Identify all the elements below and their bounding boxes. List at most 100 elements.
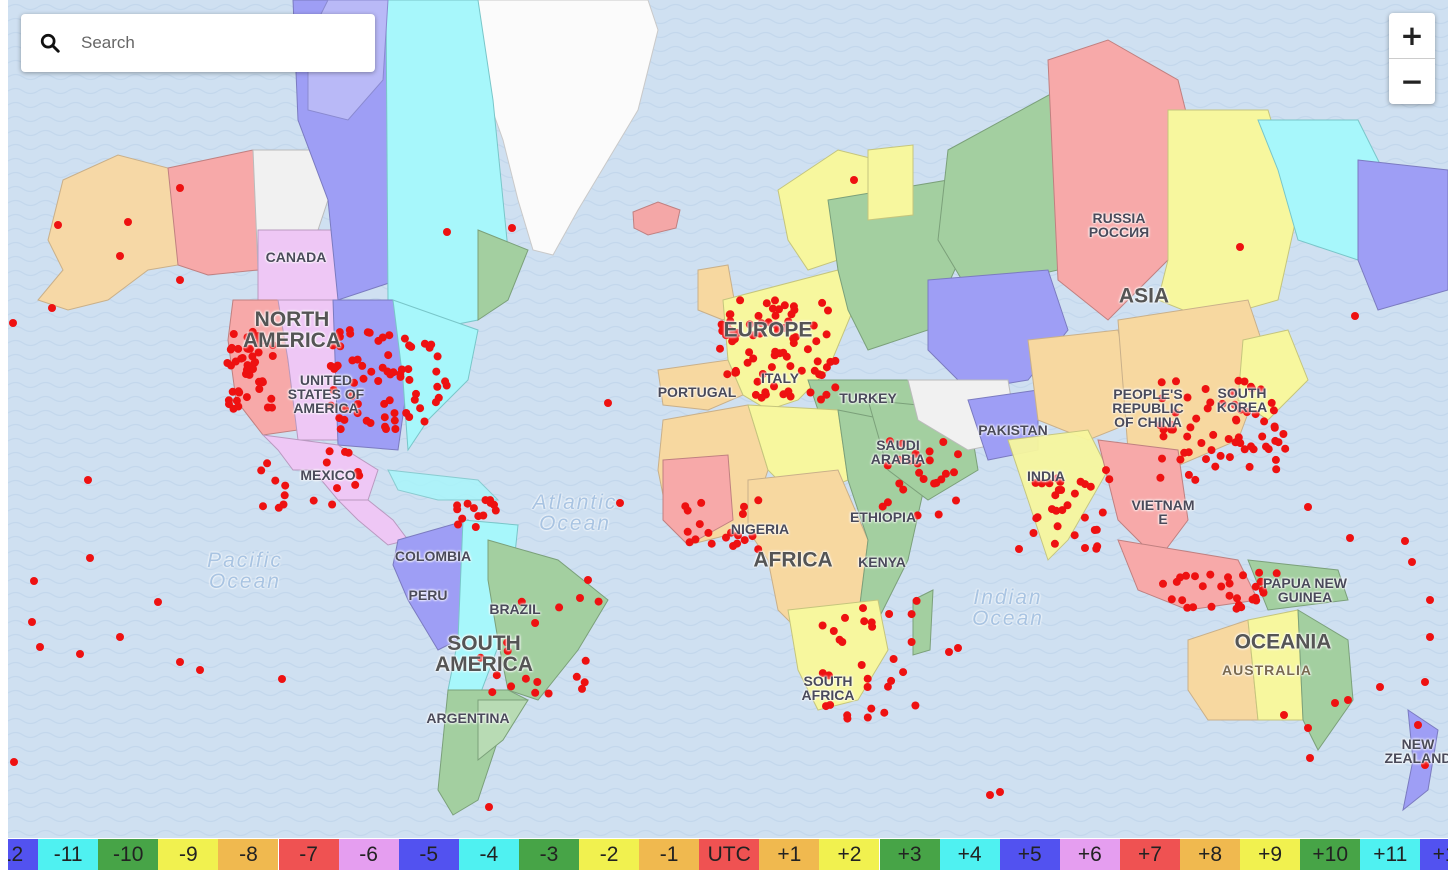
city-marker[interactable]: [234, 344, 243, 353]
timezone-cell[interactable]: -12: [8, 839, 39, 870]
timezone-cell[interactable]: -5: [398, 839, 459, 870]
city-marker[interactable]: [243, 361, 252, 370]
city-marker[interactable]: [738, 510, 747, 518]
city-marker[interactable]: [895, 479, 904, 488]
city-marker[interactable]: [581, 656, 590, 665]
city-marker[interactable]: [818, 621, 827, 630]
city-marker[interactable]: [223, 359, 232, 367]
city-marker[interactable]: [1304, 724, 1312, 732]
city-marker[interactable]: [481, 496, 490, 505]
city-marker[interactable]: [234, 402, 243, 411]
city-marker[interactable]: [1206, 570, 1215, 579]
city-marker[interactable]: [1270, 422, 1279, 431]
timezone-cell[interactable]: +11: [1360, 839, 1421, 870]
zoom-out-button[interactable]: −: [1389, 58, 1435, 104]
city-marker[interactable]: [402, 409, 411, 417]
city-marker[interactable]: [322, 458, 331, 467]
city-marker[interactable]: [508, 224, 516, 232]
timezone-cell[interactable]: -3: [518, 839, 579, 870]
city-marker[interactable]: [850, 176, 858, 184]
timezone-cell[interactable]: +2: [819, 839, 880, 870]
city-marker[interactable]: [1267, 398, 1276, 407]
city-marker[interactable]: [348, 356, 357, 365]
timezone-cell[interactable]: +8: [1180, 839, 1241, 870]
city-marker[interactable]: [1098, 508, 1107, 517]
city-marker[interactable]: [857, 661, 866, 669]
city-marker[interactable]: [1197, 439, 1206, 447]
city-marker[interactable]: [1426, 633, 1434, 641]
city-marker[interactable]: [1269, 406, 1278, 415]
city-marker[interactable]: [1211, 462, 1220, 471]
city-marker[interactable]: [817, 395, 825, 404]
city-marker[interactable]: [885, 610, 894, 618]
city-marker[interactable]: [328, 500, 337, 509]
zoom-in-button[interactable]: +: [1389, 13, 1435, 58]
city-marker[interactable]: [954, 644, 962, 652]
city-marker[interactable]: [754, 496, 763, 505]
city-marker[interactable]: [251, 358, 260, 367]
city-marker[interactable]: [1102, 466, 1110, 475]
city-marker[interactable]: [10, 758, 18, 766]
city-marker[interactable]: [919, 475, 928, 483]
city-marker[interactable]: [863, 713, 872, 722]
city-marker[interactable]: [1198, 582, 1207, 591]
city-marker[interactable]: [76, 650, 84, 658]
city-marker[interactable]: [950, 468, 958, 477]
city-marker[interactable]: [384, 351, 393, 360]
city-marker[interactable]: [1224, 573, 1232, 582]
city-marker[interactable]: [716, 344, 724, 353]
city-marker[interactable]: [362, 416, 371, 425]
city-marker[interactable]: [358, 361, 367, 370]
city-marker[interactable]: [1237, 603, 1246, 612]
city-marker[interactable]: [479, 511, 488, 520]
city-marker[interactable]: [176, 184, 184, 192]
city-marker[interactable]: [1346, 534, 1354, 542]
city-marker[interactable]: [729, 542, 738, 550]
city-marker[interactable]: [1184, 448, 1193, 457]
city-marker[interactable]: [787, 310, 796, 319]
city-marker[interactable]: [1192, 414, 1201, 423]
city-marker[interactable]: [488, 688, 497, 697]
city-marker[interactable]: [1281, 444, 1290, 453]
city-marker[interactable]: [817, 371, 826, 380]
city-marker[interactable]: [340, 415, 349, 424]
city-marker[interactable]: [954, 450, 962, 459]
city-marker[interactable]: [116, 252, 124, 260]
city-marker[interactable]: [469, 504, 478, 513]
city-marker[interactable]: [912, 596, 921, 605]
city-marker[interactable]: [1217, 582, 1226, 591]
timezone-cell[interactable]: -1: [639, 839, 700, 870]
city-marker[interactable]: [945, 648, 953, 656]
city-marker[interactable]: [771, 296, 779, 305]
timezone-cell[interactable]: +9: [1240, 839, 1301, 870]
city-marker[interactable]: [1258, 432, 1267, 441]
city-marker[interactable]: [1080, 513, 1089, 522]
city-marker[interactable]: [867, 704, 876, 713]
city-marker[interactable]: [822, 363, 831, 372]
city-marker[interactable]: [751, 390, 760, 399]
timezone-cell[interactable]: -7: [278, 839, 339, 870]
city-marker[interactable]: [341, 447, 349, 456]
city-marker[interactable]: [841, 613, 849, 622]
city-marker[interactable]: [1245, 462, 1254, 471]
city-marker[interactable]: [555, 603, 564, 612]
city-marker[interactable]: [1172, 577, 1181, 586]
city-marker[interactable]: [1167, 595, 1176, 604]
city-marker[interactable]: [405, 375, 414, 384]
city-marker[interactable]: [397, 365, 406, 374]
city-marker[interactable]: [154, 598, 162, 606]
city-marker[interactable]: [683, 506, 692, 515]
city-marker[interactable]: [831, 356, 840, 365]
city-marker[interactable]: [1344, 696, 1352, 704]
city-marker[interactable]: [433, 352, 442, 361]
city-marker[interactable]: [84, 476, 92, 484]
city-marker[interactable]: [1183, 393, 1192, 402]
city-marker[interactable]: [584, 576, 592, 584]
city-marker[interactable]: [433, 382, 442, 391]
city-marker[interactable]: [345, 326, 354, 335]
city-marker[interactable]: [786, 362, 795, 371]
city-marker[interactable]: [1105, 475, 1114, 484]
city-marker[interactable]: [1272, 465, 1281, 474]
city-marker[interactable]: [1248, 595, 1257, 604]
city-marker[interactable]: [578, 684, 586, 693]
